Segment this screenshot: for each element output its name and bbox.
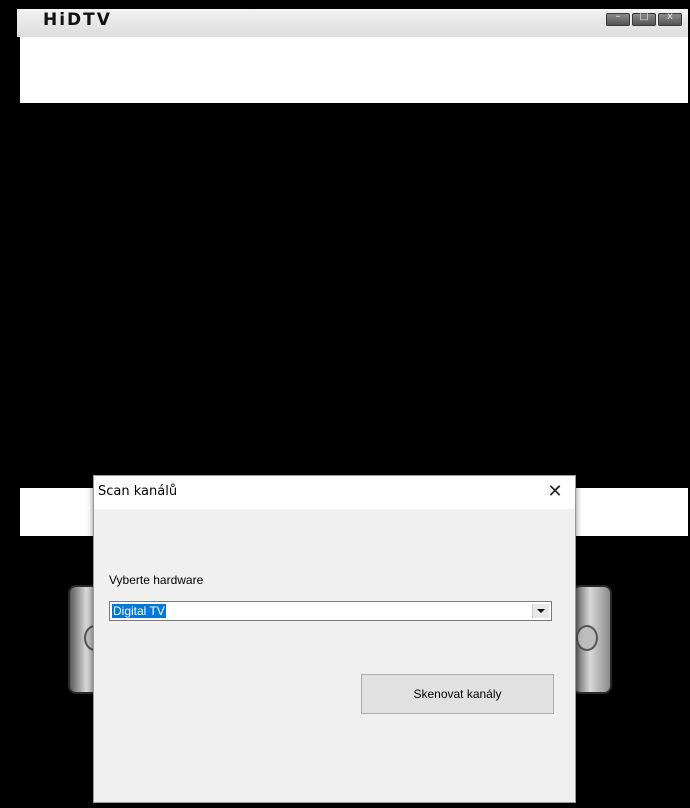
hidtv-app: HiDTV – □ x Scan kanálů ✕ Vyberte hardwa… [0, 0, 690, 808]
minimize-icon: – [615, 11, 621, 22]
maximize-button[interactable]: □ [632, 11, 656, 26]
minimize-button[interactable]: – [606, 11, 630, 26]
close-icon: x [667, 11, 673, 22]
dialog-close-button[interactable]: ✕ [543, 480, 567, 504]
top-info-panel [20, 37, 688, 103]
dropdown-button[interactable] [532, 604, 549, 618]
app-titlebar[interactable]: HiDTV – □ x [17, 9, 688, 37]
app-left-border [0, 37, 20, 537]
hardware-select-value: Digital TV [112, 604, 166, 618]
app-logo: HiDTV [43, 10, 112, 30]
hardware-select[interactable]: Digital TV [109, 601, 552, 621]
window-controls: – □ x [606, 11, 682, 26]
chevron-down-icon [537, 609, 545, 613]
right-control-knob[interactable] [572, 585, 612, 694]
close-button[interactable]: x [658, 11, 682, 26]
video-display[interactable] [20, 103, 688, 488]
hardware-label: Vyberte hardware [109, 573, 204, 587]
knob-ring-icon [576, 625, 598, 651]
maximize-icon: □ [639, 11, 649, 22]
dialog-titlebar[interactable]: Scan kanálů ✕ [94, 476, 575, 509]
scan-channels-button[interactable]: Skenovat kanály [361, 674, 554, 714]
dialog-title: Scan kanálů [98, 484, 178, 499]
scan-channels-dialog: Scan kanálů ✕ Vyberte hardware Digital T… [93, 475, 576, 803]
